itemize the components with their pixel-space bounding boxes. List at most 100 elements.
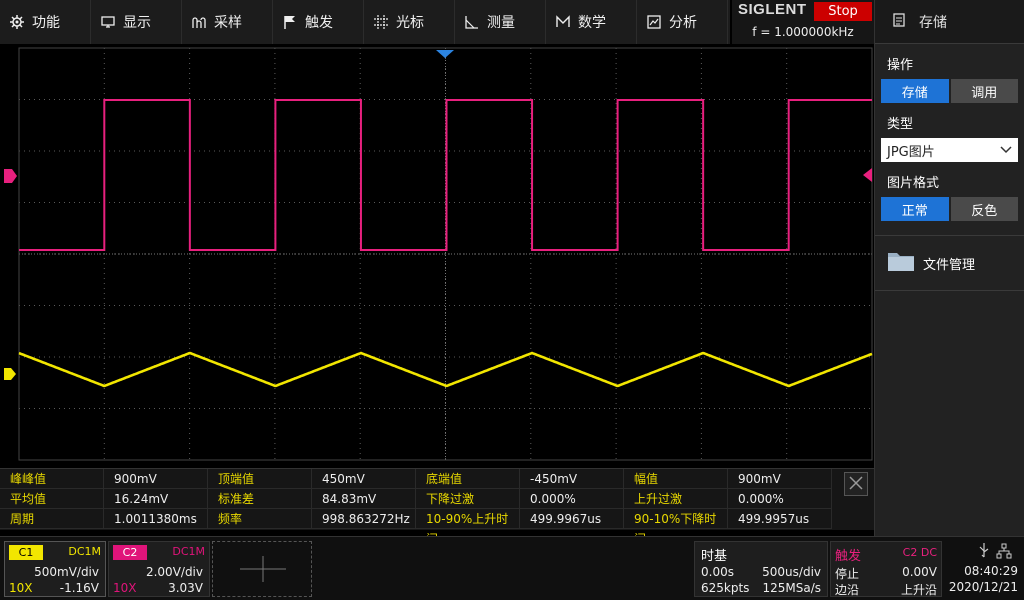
menu-math[interactable]: 数学 <box>546 0 637 44</box>
menu-label: 分析 <box>669 15 697 31</box>
measure-label: 峰峰值 <box>0 469 104 489</box>
add-channel-button[interactable] <box>212 541 312 597</box>
measure-value: 16.24mV <box>104 489 208 509</box>
flag-icon <box>283 15 297 29</box>
type-label: 类型 <box>887 117 914 132</box>
measure-label: 10-90%上升时间 <box>416 509 520 546</box>
trigger-level: 0.00V <box>902 565 937 579</box>
measure-value: 84.83mV <box>312 489 416 509</box>
measure-value: 0.000% <box>520 489 624 509</box>
option-normal[interactable]: 正常 <box>881 197 949 221</box>
menu-label: 数学 <box>578 15 606 31</box>
menu-label: 测量 <box>487 15 515 31</box>
trigger-mode: 停止 <box>835 567 860 581</box>
panel-title: 存储 <box>919 14 947 31</box>
trigger-source: C2 DC <box>902 546 937 559</box>
channel-2-probe: 10X <box>113 581 137 595</box>
cursor-icon <box>374 15 388 29</box>
menu-label: 光标 <box>396 15 424 31</box>
channel-1-offset: -1.16V <box>59 581 99 595</box>
channel-1-vdiv: 500mV/div <box>34 565 99 579</box>
measure-value: -450mV <box>520 469 624 489</box>
measure-value: 0.000% <box>728 489 832 509</box>
waveform-display[interactable] <box>0 44 874 468</box>
measure-label: 下降过激 <box>416 489 520 509</box>
channel-2-coupling: DC1M <box>172 545 205 558</box>
image-format-toggle: 正常 反色 <box>881 197 1018 221</box>
measure-label: 频率 <box>208 509 312 529</box>
menu-label: 触发 <box>305 15 333 31</box>
type-value: JPG图片 <box>887 144 935 160</box>
file-manager-label: 文件管理 <box>923 257 976 273</box>
clock-time: 08:40:29 <box>964 564 1018 578</box>
measure-label: 底端值 <box>416 469 520 489</box>
trigger-level-marker[interactable] <box>863 168 872 182</box>
channel-1-offset-marker[interactable] <box>4 368 16 380</box>
status-area: SIGLENT Stop f = 1.000000kHz <box>732 0 874 44</box>
operation-toggle: 存储 调用 <box>881 79 1018 103</box>
option-save[interactable]: 存储 <box>881 79 949 103</box>
math-icon <box>556 15 570 29</box>
panel-header: 存储 <box>875 0 1024 44</box>
measurement-row: 峰峰值 900mV 顶端值 450mV 底端值 -450mV 幅值 900mV <box>0 469 874 489</box>
close-icon <box>849 475 863 494</box>
menu-measure[interactable]: 测量 <box>455 0 546 44</box>
analysis-icon <box>647 15 661 29</box>
file-manager-button[interactable]: 文件管理 <box>875 236 1024 291</box>
monitor-icon <box>101 15 115 29</box>
network-icon <box>996 543 1012 562</box>
measurement-row: 平均值 16.24mV 标准差 84.83mV 下降过激 0.000% 上升过激… <box>0 489 874 509</box>
menu-cursors[interactable]: 光标 <box>364 0 455 44</box>
type-section: 类型 JPG图片 <box>875 103 1024 162</box>
timebase-title: 时基 <box>701 549 728 564</box>
measure-value: 499.9957us <box>728 509 832 529</box>
measure-label: 周期 <box>0 509 104 529</box>
measure-value: 998.863272Hz <box>312 509 416 529</box>
run-stop-status[interactable]: Stop <box>814 2 872 21</box>
menu-label: 显示 <box>123 15 151 31</box>
usb-icon <box>978 543 990 562</box>
trigger-slope: 上升沿 <box>900 583 937 597</box>
timebase-box[interactable]: 时基 0.00s 500us/div 625kpts 125MSa/s <box>694 541 828 597</box>
acquire-icon <box>192 15 206 29</box>
clock-box: 08:40:29 2020/12/21 <box>944 541 1022 597</box>
menu-trigger[interactable]: 触发 <box>273 0 364 44</box>
trigger-title: 触发 <box>835 549 862 564</box>
channel-1-coupling: DC1M <box>68 545 101 558</box>
folder-icon <box>887 250 915 276</box>
save-recall-panel: 存储 操作 存储 调用 类型 JPG图片 图片格式 正常 反色 文件管理 <box>874 0 1024 536</box>
measurement-row: 周期 1.0011380ms 频率 998.863272Hz 10-90%上升时… <box>0 509 874 546</box>
option-recall[interactable]: 调用 <box>950 79 1018 103</box>
menu-display[interactable]: 显示 <box>91 0 182 44</box>
channel-2-tag: C2 <box>113 545 147 560</box>
measure-value: 900mV <box>728 469 832 489</box>
type-dropdown[interactable]: JPG图片 <box>881 138 1018 162</box>
operation-section: 操作 存储 调用 <box>875 44 1024 103</box>
channel-2-box[interactable]: C2 DC1M 2.00V/div 10X 3.03V <box>108 541 210 597</box>
option-invert[interactable]: 反色 <box>950 197 1018 221</box>
measurement-table: 峰峰值 900mV 顶端值 450mV 底端值 -450mV 幅值 900mV … <box>0 468 874 546</box>
image-format-label: 图片格式 <box>887 176 940 191</box>
channel-2-waveform <box>19 99 872 251</box>
channel-2-offset-marker[interactable] <box>4 169 17 183</box>
measure-value: 450mV <box>312 469 416 489</box>
channel-1-box[interactable]: C1 DC1M 500mV/div 10X -1.16V <box>4 541 106 597</box>
timebase-scale: 500us/div <box>762 565 821 579</box>
close-measurements-button[interactable] <box>844 472 868 496</box>
measure-value: 1.0011380ms <box>104 509 208 529</box>
trigger-position-marker[interactable] <box>436 50 454 58</box>
menu-utility[interactable]: 功能 <box>0 0 91 44</box>
menu-acquire[interactable]: 采样 <box>182 0 273 44</box>
timebase-delay: 0.00s <box>701 565 734 579</box>
measure-label: 上升过激 <box>624 489 728 509</box>
chevron-down-icon <box>1000 143 1012 158</box>
channel-2-offset: 3.03V <box>168 581 203 595</box>
measure-label: 90-10%下降时间 <box>624 509 728 546</box>
top-menu-bar: 功能 显示 采样 触发 光标 测量 数学 分析 <box>0 0 730 44</box>
trigger-box[interactable]: 触发 C2 DC 停止 0.00V 边沿 上升沿 <box>830 541 942 597</box>
measure-value: 900mV <box>104 469 208 489</box>
ruler-icon <box>465 15 479 29</box>
menu-label: 功能 <box>32 15 60 31</box>
brand-logo: SIGLENT <box>738 1 807 18</box>
menu-analysis[interactable]: 分析 <box>637 0 728 44</box>
